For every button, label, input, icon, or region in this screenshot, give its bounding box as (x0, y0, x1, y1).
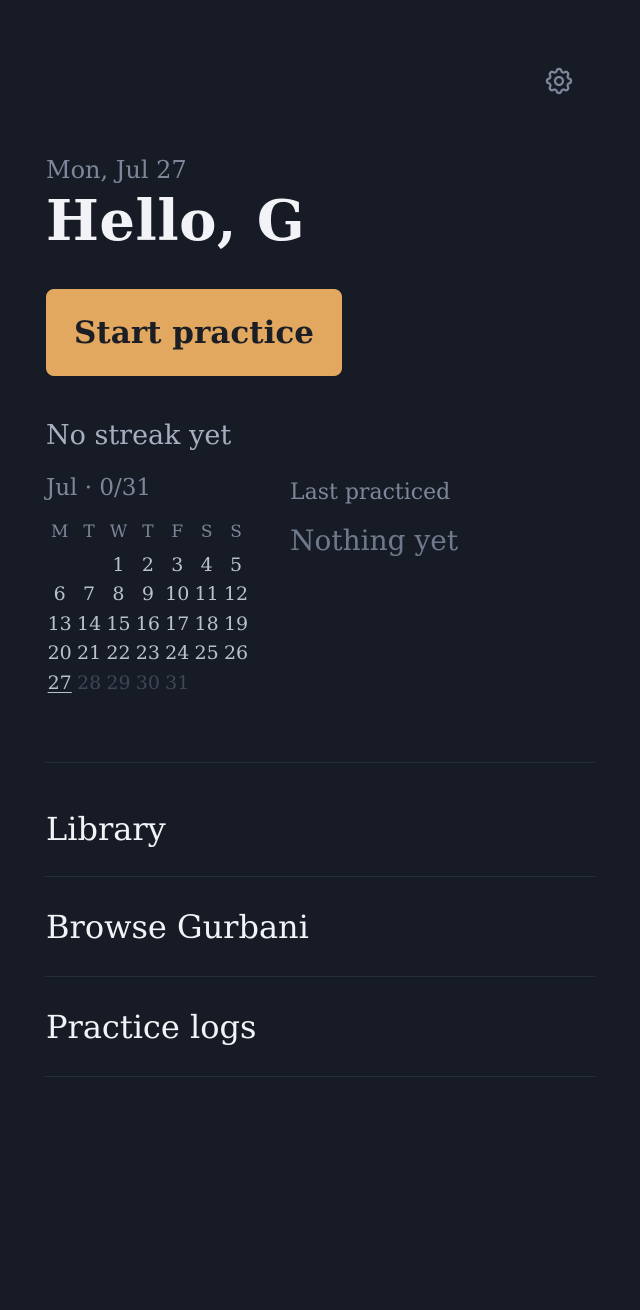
calendar-day: 18 (194, 612, 219, 635)
calendar-empty-cell (45, 547, 74, 576)
weekday-label: F (171, 522, 184, 542)
month-calendar: M T W T F S S 1 2 3 4 5 6 7 8 9 10 11 12 13 14 15 16 17 18 19 20 21… (45, 518, 251, 694)
last-practiced-value: Nothing yet (290, 524, 459, 557)
calendar-day-today: 27 (47, 671, 72, 694)
calendar-day: 1 (112, 554, 125, 577)
weekday-label: T (142, 522, 154, 542)
last-practiced-label: Last practiced (290, 480, 451, 505)
nav-item-practice-logs[interactable]: Practice logs (45, 977, 595, 1077)
calendar-day: 12 (223, 583, 249, 606)
calendar-title: Jul · 0/31 (46, 475, 151, 501)
calendar-day: 14 (76, 612, 102, 635)
calendar-day: 19 (223, 612, 249, 635)
calendar-day: 13 (47, 612, 72, 635)
gear-icon (543, 65, 575, 101)
calendar-day: 22 (106, 642, 131, 665)
calendar-day: 28 (76, 671, 102, 694)
settings-button[interactable] (538, 62, 580, 104)
calendar-day: 26 (223, 642, 249, 665)
weekday-label: T (83, 522, 95, 542)
start-practice-button[interactable]: Start practice (46, 289, 342, 376)
calendar-day: 30 (135, 671, 160, 694)
calendar-day: 8 (112, 583, 125, 606)
nav-item-library[interactable]: Library (45, 763, 595, 877)
calendar-day: 23 (135, 642, 160, 665)
greeting-title: Hello, G (46, 188, 306, 254)
calendar-day: 11 (194, 583, 219, 606)
calendar-day: 5 (229, 554, 243, 577)
calendar-day: 17 (165, 612, 190, 635)
weekday-label: S (200, 522, 213, 542)
calendar-day: 4 (200, 554, 213, 577)
weekday-label: M (50, 522, 69, 542)
current-date: Mon, Jul 27 (46, 156, 187, 184)
calendar-day: 15 (106, 612, 131, 635)
nav-item-browse-gurbani[interactable]: Browse Gurbani (45, 877, 595, 977)
calendar-day: 3 (171, 554, 184, 577)
streak-status: No streak yet (46, 420, 232, 451)
calendar-day: 6 (53, 583, 66, 606)
calendar-day: 25 (194, 642, 219, 665)
calendar-day: 16 (135, 612, 160, 635)
calendar-day: 31 (165, 671, 190, 694)
calendar-day: 2 (141, 554, 154, 577)
weekday-label: S (230, 522, 242, 542)
calendar-day: 9 (141, 583, 154, 606)
calendar-day: 10 (165, 583, 190, 606)
weekday-label: W (109, 522, 128, 542)
main-nav: Library Browse Gurbani Practice logs (45, 762, 595, 1077)
calendar-day: 20 (47, 642, 72, 665)
calendar-day: 21 (76, 642, 102, 665)
calendar-empty-cell (74, 547, 103, 576)
calendar-day: 7 (83, 583, 96, 606)
calendar-day: 29 (106, 671, 131, 694)
calendar-day: 24 (165, 642, 190, 665)
